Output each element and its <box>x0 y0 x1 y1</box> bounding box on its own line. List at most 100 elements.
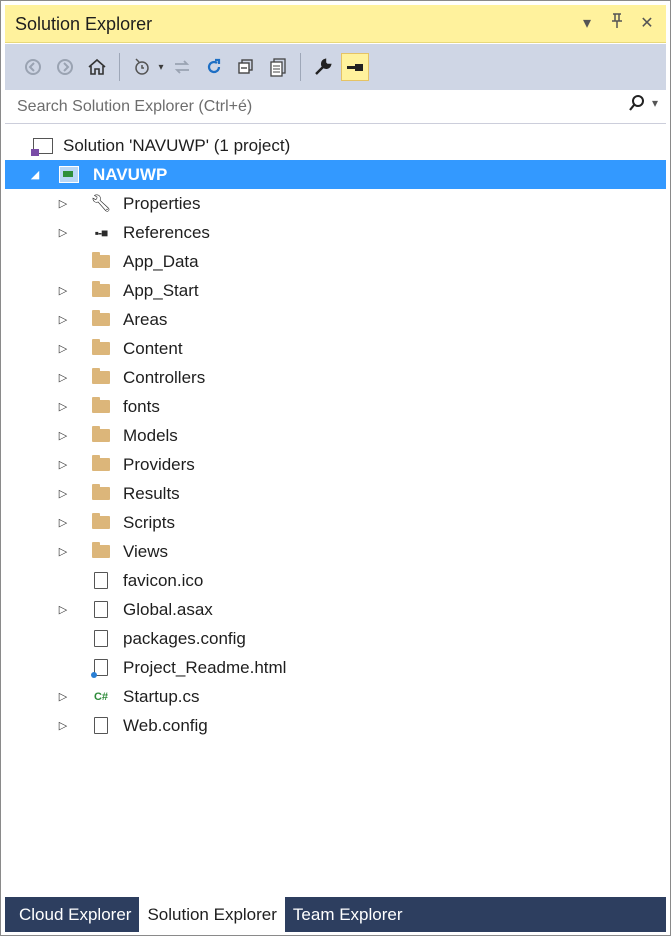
image-file-icon <box>91 572 111 590</box>
tree-item[interactable]: ▷ fonts <box>5 392 666 421</box>
tree-item[interactable]: ▷ Content <box>5 334 666 363</box>
search-bar: ▾ <box>5 90 666 124</box>
folder-icon <box>91 542 111 561</box>
tree-row-project[interactable]: ◢ NAVUWP <box>5 160 666 189</box>
tree-item-label: Properties <box>123 193 201 213</box>
auto-hide-pin-icon[interactable] <box>608 13 626 34</box>
config-file-icon <box>91 717 111 735</box>
tree-item[interactable]: ▷ C# Startup.cs <box>5 682 666 711</box>
folder-icon <box>91 484 111 503</box>
tree-item-label: favicon.ico <box>123 570 204 590</box>
pending-changes-filter-icon[interactable] <box>128 53 156 81</box>
search-icon[interactable] <box>628 94 646 112</box>
tree-item-label: App_Start <box>123 280 199 300</box>
home-icon[interactable] <box>83 53 111 81</box>
html-file-icon <box>91 659 111 678</box>
references-icon: ▪-■ <box>94 225 108 240</box>
expand-arrow-icon[interactable]: ▷ <box>57 429 69 442</box>
tree-item[interactable]: ▷ Areas <box>5 305 666 334</box>
tree-item-label: Project_Readme.html <box>123 657 287 677</box>
solution-icon <box>31 137 53 156</box>
window-position-dropdown-icon[interactable]: ▾ <box>578 13 596 34</box>
toolbar-separator <box>300 53 301 81</box>
expand-arrow-icon[interactable]: ▷ <box>57 516 69 529</box>
tree-item[interactable]: favicon.ico <box>5 566 666 595</box>
tree-item[interactable]: App_Data <box>5 247 666 276</box>
tree-item[interactable]: ▷ Providers <box>5 450 666 479</box>
preview-selected-items-icon[interactable] <box>341 53 369 81</box>
config-file-icon <box>91 630 111 648</box>
panel-titlebar: Solution Explorer ▾ ✕ <box>5 5 666 43</box>
solution-explorer-toolbar: ▾ <box>5 44 666 90</box>
tree-item[interactable]: ▷ Results <box>5 479 666 508</box>
titlebar-buttons: ▾ ✕ <box>578 13 656 34</box>
collapse-arrow-icon[interactable]: ◢ <box>29 168 41 181</box>
tree-item-label: Results <box>123 483 180 503</box>
tree-item[interactable]: packages.config <box>5 624 666 653</box>
tree-item-label: Areas <box>123 309 168 329</box>
tree-item[interactable]: ▷ Controllers <box>5 363 666 392</box>
expand-arrow-icon[interactable]: ▷ <box>57 545 69 558</box>
tree-item-label: Providers <box>123 454 195 474</box>
folder-icon <box>91 513 111 532</box>
expand-arrow-icon[interactable]: ▷ <box>57 342 69 355</box>
bottom-tab-strip: Cloud Explorer Solution Explorer Team Ex… <box>5 897 666 932</box>
folder-icon <box>91 368 111 387</box>
tree-item-label: Controllers <box>123 367 206 387</box>
tree-item[interactable]: Project_Readme.html <box>5 653 666 682</box>
tree-item[interactable]: ▷ Views <box>5 537 666 566</box>
tree-item-label: fonts <box>123 396 160 416</box>
tab-solution-explorer[interactable]: Solution Explorer <box>139 897 285 932</box>
expand-arrow-icon[interactable]: ▷ <box>57 371 69 384</box>
back-icon[interactable] <box>19 53 47 81</box>
expand-arrow-icon[interactable]: ▷ <box>57 458 69 471</box>
expand-arrow-icon[interactable]: ▷ <box>57 487 69 500</box>
panel-title: Solution Explorer <box>15 14 153 34</box>
tree-item-label: Web.config <box>123 715 208 735</box>
show-all-files-icon[interactable] <box>264 53 292 81</box>
expand-arrow-icon[interactable]: ▷ <box>57 284 69 297</box>
tree-item-label: Models <box>123 425 178 445</box>
tree-item-label: Global.asax <box>123 599 213 619</box>
sync-with-active-document-icon[interactable] <box>168 53 196 81</box>
folder-icon <box>91 310 111 329</box>
search-options-chevron-icon[interactable]: ▾ <box>652 96 658 110</box>
tree-item[interactable]: ▷ App_Start <box>5 276 666 305</box>
forward-icon[interactable] <box>51 53 79 81</box>
tree-item-label: App_Data <box>123 251 199 271</box>
tab-cloud-explorer[interactable]: Cloud Explorer <box>11 897 139 932</box>
expand-arrow-icon[interactable]: ▷ <box>57 603 69 616</box>
tree-item[interactable]: ▷ 🔧︎ Properties <box>5 189 666 218</box>
tree-item[interactable]: ▷ ▪-■ References <box>5 218 666 247</box>
expand-arrow-icon[interactable]: ▷ <box>57 197 69 210</box>
folder-icon <box>91 397 111 416</box>
csharp-file-icon: C# <box>93 690 109 703</box>
tree-item[interactable]: ▷ Global.asax <box>5 595 666 624</box>
folder-icon <box>91 426 111 445</box>
folder-icon <box>91 339 111 358</box>
refresh-icon[interactable] <box>200 53 228 81</box>
solution-explorer-panel: Solution Explorer ▾ ✕ ▾ Search Solution … <box>0 0 671 936</box>
collapse-all-icon[interactable] <box>232 53 260 81</box>
chevron-down-icon[interactable]: ▾ <box>156 53 166 81</box>
tab-team-explorer[interactable]: Team Explorer <box>285 897 411 932</box>
folder-icon <box>91 281 111 300</box>
tree-item[interactable]: ▷ Web.config <box>5 711 666 740</box>
tree-item-label: Scripts <box>123 512 175 532</box>
tree-item[interactable]: ▷ Models <box>5 421 666 450</box>
tree-item[interactable]: ▷ Scripts <box>5 508 666 537</box>
properties-wrench-icon[interactable] <box>309 53 337 81</box>
expand-arrow-icon[interactable]: ▷ <box>57 400 69 413</box>
expand-arrow-icon[interactable]: ▷ <box>57 313 69 326</box>
expand-arrow-icon[interactable]: ▷ <box>57 226 69 239</box>
expand-arrow-icon[interactable]: ▷ <box>57 690 69 703</box>
toolbar-separator <box>119 53 120 81</box>
tree-item-label: Startup.cs <box>123 686 200 706</box>
expand-arrow-icon[interactable]: ▷ <box>57 719 69 732</box>
project-label: NAVUWP <box>93 164 168 184</box>
tree-row-solution[interactable]: Solution 'NAVUWP' (1 project) <box>5 131 666 160</box>
close-icon[interactable]: ✕ <box>638 13 656 34</box>
tree-item-label: Views <box>123 541 169 561</box>
search-input[interactable] <box>17 96 577 118</box>
tree-item-label: References <box>123 222 210 242</box>
